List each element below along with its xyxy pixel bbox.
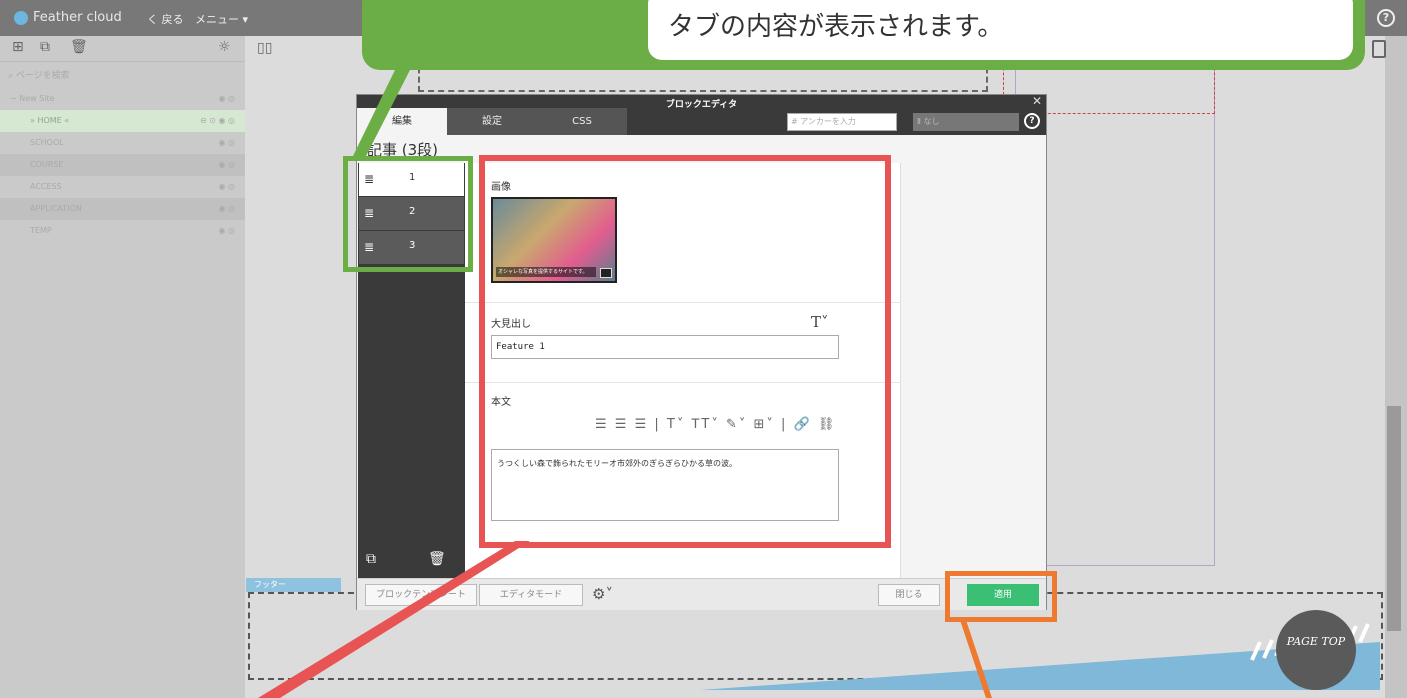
eye-icon[interactable]: ◉ ◎ [218,220,235,242]
anchor-select[interactable]: Ⅱ なし [913,113,1019,131]
annotation-box-green [343,156,473,272]
vertical-scrollbar[interactable] [1385,36,1407,698]
close-button[interactable]: 閉じる [878,584,940,606]
app-logo[interactable]: Feather cloud [14,10,122,25]
page-top-button[interactable]: PAGE TOP [1276,610,1356,690]
tree-item-application[interactable]: APPLICATION ◉ ◎ [0,198,245,220]
help-icon[interactable]: ? [1377,9,1395,27]
eye-icon[interactable]: ◉ ◎ [218,88,235,110]
menu-button[interactable]: メニュー ▾ [195,11,248,27]
tree-item-temp[interactable]: TEMP ◉ ◎ [0,220,245,242]
app-logo-text: Feather cloud [33,10,122,25]
tree-item-new-site[interactable]: − New Site ◉ ◎ [0,88,245,110]
tree-item-label: SCHOOL [30,138,64,147]
eye-icon[interactable]: ◉ ◎ [218,154,235,176]
mobile-preview-icon[interactable] [1372,40,1386,58]
eye-icon[interactable]: ◉ ◎ [218,198,235,220]
search-icon: ⌕ [8,71,16,81]
scrollbar-thumb[interactable] [1387,406,1401,631]
tree-item-label: APPLICATION [30,204,82,213]
trash-icon[interactable]: 🗑 [428,551,446,567]
editor-mode-button[interactable]: エディタモード [479,584,583,606]
close-icon[interactable]: ✕ [1032,94,1042,108]
page-tree-panel: ⊞ ⧉ 🗑 ☼ ⌕ ページを検索 − New Site ◉ ◎ » HOME « ⊖… [0,36,245,698]
back-button[interactable]: く 戻る [147,11,184,27]
delete-page-icon[interactable]: 🗑 [70,39,88,55]
tree-item-label: » HOME « [30,116,70,125]
modal-titlebar: ブロックエディタ ✕ 編集 設定 CSS # アンカーを入力 Ⅱ なし ? [357,94,1046,135]
eye-icon[interactable]: ◉ ◎ [218,132,235,154]
page-search-placeholder: ページを検索 [15,71,70,81]
tree-item-home[interactable]: » HOME « ⊖ ⊙ ◉ ◎ [0,110,245,132]
feather-logo-icon [14,10,28,25]
layout-toggle-icon[interactable]: ▯▯ [257,40,272,56]
block-template-button[interactable]: ブロックテンプレート [365,584,477,606]
tree-item-label: ACCESS [30,182,62,191]
annotation-box-orange [945,571,1057,622]
page-top-label: PAGE TOP [1286,635,1346,648]
tab-edit[interactable]: 編集 [357,108,447,135]
tree-item-school[interactable]: SCHOOL ◉ ◎ [0,132,245,154]
page-tree-toolbar: ⊞ ⧉ 🗑 ☼ [0,36,245,62]
copy-page-icon[interactable]: ⧉ [40,39,50,55]
modal-right-column [901,163,1046,578]
copy-icon[interactable]: ⧉ [366,551,376,567]
tree-item-course[interactable]: COURSE ◉ ◎ [0,154,245,176]
annotation-callout-text: タブの内容が表示されます。 [668,12,1004,42]
tree-item-label: − New Site [10,94,55,103]
page-search-input[interactable]: ⌕ ページを検索 [8,68,70,81]
help-icon[interactable]: ? [1024,113,1040,129]
tree-item-label: TEMP [30,226,52,235]
footer-block-label[interactable]: フッター [246,578,341,592]
anchor-input[interactable]: # アンカーを入力 [787,113,897,131]
modal-footer: ブロックテンプレート エディタモード ⚙˅ 閉じる 適用 [357,578,1046,610]
tab-settings[interactable]: 設定 [447,108,537,135]
gear-icon[interactable]: ⚙˅ [592,585,613,603]
tab-css[interactable]: CSS [537,108,627,135]
eye-icon[interactable]: ◉ ◎ [218,176,235,198]
add-page-icon[interactable]: ⊞ [12,39,24,55]
tree-item-access[interactable]: ACCESS ◉ ◎ [0,176,245,198]
annotation-box-red [479,155,891,548]
eye-icon[interactable]: ⊖ ⊙ ◉ ◎ [200,110,235,132]
tree-item-label: COURSE [30,160,64,169]
settings-icon[interactable]: ☼ [218,39,231,55]
